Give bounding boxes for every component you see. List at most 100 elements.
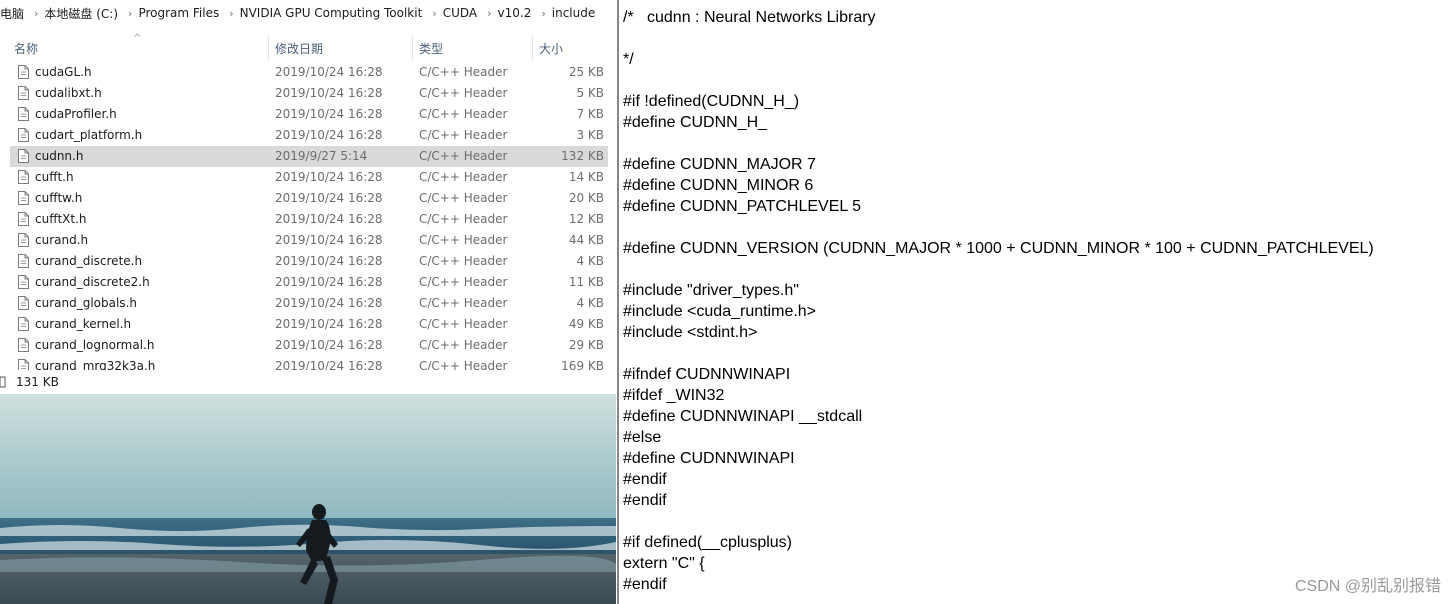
- code-line: #if defined(__cplusplus): [623, 534, 792, 551]
- status-bar: 131 KB: [0, 372, 616, 394]
- code-line: #define CUDNN_VERSION (CUDNN_MAJOR * 100…: [623, 240, 1374, 257]
- file-size: 5 KB: [576, 86, 604, 100]
- file-size: 4 KB: [576, 254, 604, 268]
- file-row[interactable]: cufftw.h 2019/10/24 16:28 C/C++ Header 20 K…: [10, 188, 608, 209]
- desktop-wallpaper-photo: [0, 394, 616, 604]
- breadcrumb-item[interactable]: CUDA: [443, 6, 481, 20]
- header-file-icon: [18, 338, 29, 352]
- column-header-type[interactable]: 类型: [419, 40, 443, 57]
- code-line: #define CUDNNWINAPI __stdcall: [623, 408, 863, 425]
- file-row[interactable]: curand.h 2019/10/24 16:28 C/C++ Header 44 K…: [10, 230, 608, 251]
- breadcrumb-item[interactable]: 本地磁盘 (C:): [44, 5, 122, 22]
- status-items-icon: [0, 376, 6, 388]
- file-row[interactable]: cudart_platform.h 2019/10/24 16:28 C/C++ H…: [10, 125, 608, 146]
- file-row[interactable]: cudnn.h 2019/9/27 5:14 C/C++ Header 132 KB: [10, 146, 608, 167]
- column-divider[interactable]: [532, 36, 533, 60]
- breadcrumb-item[interactable]: 电脑: [0, 5, 28, 22]
- file-row[interactable]: curand_discrete.h 2019/10/24 16:28 C/C++ H…: [10, 251, 608, 272]
- file-name: cudaProfiler.h: [35, 107, 117, 121]
- header-file-icon: [18, 107, 29, 121]
- file-size: 12 KB: [568, 212, 604, 226]
- code-line: /* cudnn : Neural Networks Library: [623, 9, 876, 26]
- header-file-icon: [18, 128, 29, 142]
- breadcrumb-chevron-icon[interactable]: ›: [122, 7, 138, 20]
- header-file-icon: [18, 296, 29, 310]
- file-type: C/C++ Header: [419, 191, 508, 205]
- file-row[interactable]: cufftXt.h 2019/10/24 16:28 C/C++ Header 12 …: [10, 209, 608, 230]
- file-size: 3 KB: [576, 128, 604, 142]
- column-divider[interactable]: [412, 36, 413, 60]
- file-size: 7 KB: [576, 107, 604, 121]
- code-line: extern "C" {: [623, 555, 705, 572]
- file-size: 44 KB: [568, 233, 604, 247]
- file-date: 2019/10/24 16:28: [275, 65, 383, 79]
- file-row[interactable]: curand_mrg32k3a.h 2019/10/24 16:28 C/C++ H…: [10, 356, 608, 370]
- file-row[interactable]: curand_lognormal.h 2019/10/24 16:28 C/C++ …: [10, 335, 608, 356]
- breadcrumb-item[interactable]: Program Files: [138, 6, 223, 20]
- file-row[interactable]: cudaProfiler.h 2019/10/24 16:28 C/C++ Head…: [10, 104, 608, 125]
- file-date: 2019/10/24 16:28: [275, 191, 383, 205]
- file-row[interactable]: curand_discrete2.h 2019/10/24 16:28 C/C++ …: [10, 272, 608, 293]
- file-name: curand_discrete.h: [35, 254, 143, 268]
- column-divider[interactable]: [268, 36, 269, 60]
- file-name: cudnn.h: [35, 149, 84, 163]
- breadcrumb-chevron-icon[interactable]: ›: [28, 7, 44, 20]
- code-line: #if !defined(CUDNN_H_): [623, 93, 800, 110]
- breadcrumb-item[interactable]: v10.2: [498, 6, 536, 20]
- breadcrumb-chevron-icon[interactable]: ›: [481, 7, 497, 20]
- header-file-icon: [18, 149, 29, 163]
- file-list[interactable]: cudaGL.h 2019/10/24 16:28 C/C++ Header 25 K…: [0, 62, 616, 370]
- header-file-icon: [18, 317, 29, 331]
- file-name: curand_lognormal.h: [35, 338, 155, 352]
- column-header-name[interactable]: 名称: [14, 40, 38, 57]
- status-selection-size: 131 KB: [16, 375, 59, 389]
- watermark: CSDN @别乱别报错: [1294, 578, 1441, 595]
- breadcrumb-chevron-icon[interactable]: ›: [426, 7, 442, 20]
- file-type: C/C++ Header: [419, 317, 508, 331]
- header-file-icon: [18, 359, 29, 370]
- header-file-icon: [18, 212, 29, 226]
- file-row[interactable]: curand_kernel.h 2019/10/24 16:28 C/C++ Hea…: [10, 314, 608, 335]
- file-type: C/C++ Header: [419, 149, 508, 163]
- column-headers: ^ 名称 修改日期 类型 大小: [0, 33, 616, 60]
- code-line: */: [623, 51, 634, 68]
- file-row[interactable]: cudalibxt.h 2019/10/24 16:28 C/C++ Header 5…: [10, 83, 608, 104]
- breadcrumb[interactable]: 电脑 › 本地磁盘 (C:) › Program Files › NVIDIA GPU Co…: [0, 0, 616, 26]
- file-date: 2019/10/24 16:28: [275, 128, 383, 142]
- header-file-icon: [18, 275, 29, 289]
- file-date: 2019/10/24 16:28: [275, 233, 383, 247]
- file-type: C/C++ Header: [419, 359, 508, 370]
- header-file-icon: [18, 170, 29, 184]
- file-row[interactable]: cufft.h 2019/10/24 16:28 C/C++ Header 14 KB: [10, 167, 608, 188]
- file-name: curand_discrete2.h: [35, 275, 150, 289]
- file-name: curand_globals.h: [35, 296, 137, 310]
- code-line: #define CUDNN_PATCHLEVEL 5: [623, 198, 862, 215]
- breadcrumb-item[interactable]: include: [552, 6, 599, 20]
- file-row[interactable]: cudaGL.h 2019/10/24 16:28 C/C++ Header 25 K…: [10, 62, 608, 83]
- code-content[interactable]: /* cudnn : Neural Networks Library */ #if …: [623, 7, 1374, 595]
- file-type: C/C++ Header: [419, 338, 508, 352]
- file-size: 169 KB: [561, 359, 604, 370]
- file-date: 2019/10/24 16:28: [275, 212, 383, 226]
- column-header-date[interactable]: 修改日期: [275, 40, 323, 57]
- code-line: #include <stdint.h>: [623, 324, 758, 341]
- breadcrumb-chevron-icon[interactable]: ›: [535, 7, 551, 20]
- file-type: C/C++ Header: [419, 275, 508, 289]
- column-header-size[interactable]: 大小: [539, 40, 563, 57]
- file-row[interactable]: curand_globals.h 2019/10/24 16:28 C/C++ He…: [10, 293, 608, 314]
- file-name: cufft.h: [35, 170, 74, 184]
- breadcrumb-chevron-icon[interactable]: ›: [223, 7, 239, 20]
- file-type: C/C++ Header: [419, 65, 508, 79]
- file-date: 2019/10/24 16:28: [275, 170, 383, 184]
- code-viewer[interactable]: /* cudnn : Neural Networks Library */ #if …: [617, 0, 1453, 604]
- file-size: 49 KB: [568, 317, 604, 331]
- code-line: #endif: [623, 492, 667, 509]
- file-type: C/C++ Header: [419, 128, 508, 142]
- code-line: #include <cuda_runtime.h>: [623, 303, 817, 320]
- breadcrumb-item[interactable]: NVIDIA GPU Computing Toolkit: [240, 6, 427, 20]
